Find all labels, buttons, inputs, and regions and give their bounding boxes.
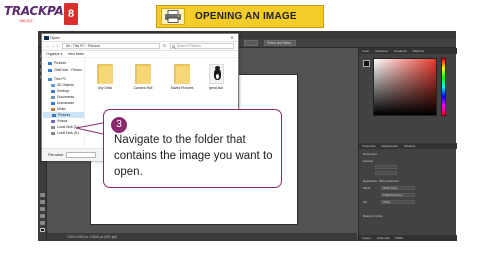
nav-item-onedrive[interactable]: OneDrive - Person xyxy=(48,67,82,73)
brand-logo: TRACKPAD Ver. 3.0 8 xyxy=(2,2,80,30)
forward-arrow-icon[interactable]: → xyxy=(51,43,55,48)
pictures-icon xyxy=(52,113,56,117)
brand-version: Ver. 3.0 xyxy=(18,19,34,23)
desktop-icon xyxy=(51,89,55,93)
address-bar[interactable]: All › This PC › Pictures xyxy=(62,43,160,49)
foreground-color-icon[interactable] xyxy=(40,228,45,232)
props-canvas-label: Canvas xyxy=(363,159,374,163)
tab-layers[interactable]: Layers xyxy=(362,236,371,240)
canvas-width-field[interactable] xyxy=(375,165,397,169)
props-mode-label: Mode xyxy=(363,186,371,190)
folder-item[interactable]: Camera Roll xyxy=(128,64,158,90)
hand-tool-icon[interactable] xyxy=(40,221,45,225)
tab-gradients[interactable]: Gradients xyxy=(394,49,407,53)
cloud-icon xyxy=(48,68,52,72)
music-icon xyxy=(51,107,55,111)
download-icon xyxy=(51,101,55,105)
search-input[interactable]: Search Pictures xyxy=(170,43,234,49)
image-file-item[interactable]: great auk xyxy=(201,64,231,90)
props-rulers-label: Rulers & Grids xyxy=(363,214,383,218)
close-icon[interactable]: ✕ xyxy=(228,34,236,42)
ps-status-bar: 100% 2480 px x 3508 px (300 ppi) xyxy=(47,233,357,241)
search-icon xyxy=(172,44,176,49)
pictures-icon xyxy=(48,61,52,65)
file-name-label: File name: xyxy=(48,153,64,157)
dialog-title: Open xyxy=(50,35,60,40)
gradient-tool-icon[interactable] xyxy=(40,207,45,211)
right-panels: Color Swatches Gradients Patterns Proper… xyxy=(358,48,457,241)
tab-libraries[interactable]: Libraries xyxy=(404,144,416,148)
hue-slider[interactable] xyxy=(441,58,446,116)
nav-item-pictures-quick[interactable]: Pictures xyxy=(48,60,66,66)
eraser-tool-icon[interactable] xyxy=(40,200,45,204)
file-name-input[interactable] xyxy=(66,152,96,158)
command-bar: Organize ▾ New folder xyxy=(42,51,238,58)
tab-color[interactable]: Color xyxy=(362,49,369,53)
foreground-swatch[interactable] xyxy=(363,60,370,67)
canvas-height-field[interactable] xyxy=(375,171,397,175)
printer-icon xyxy=(161,8,185,25)
refresh-icon[interactable]: ↻ xyxy=(163,43,166,48)
folder-item[interactable]: Any Desk xyxy=(90,64,120,90)
new-folder-button[interactable]: New folder xyxy=(68,51,84,58)
color-picker-field[interactable] xyxy=(373,58,437,116)
dialog-title-bar: Open ✕ xyxy=(42,34,238,42)
step-number: 3 xyxy=(111,117,127,133)
cube-icon xyxy=(51,83,55,87)
tab-paths[interactable]: Paths xyxy=(395,236,403,240)
callout-pointer xyxy=(75,122,104,135)
tab-channels[interactable]: Channels xyxy=(377,236,390,240)
folder-icon xyxy=(135,64,151,84)
brand-number: 8 xyxy=(64,3,78,25)
brand-name: TRACKPAD xyxy=(4,4,73,18)
color-panel-tabs: Color Swatches Gradients Patterns xyxy=(359,48,457,54)
tab-swatches[interactable]: Swatches xyxy=(375,49,388,53)
props-resolution-label: Resolution: 300 pixels/inch xyxy=(363,179,399,183)
photoshop-app-icon xyxy=(44,36,49,40)
layers-panel-tabs: Layers Channels Paths xyxy=(359,235,457,241)
select-and-mask-button[interactable]: Select and Mask... xyxy=(264,40,297,46)
tab-adjustments[interactable]: Adjustments xyxy=(381,144,398,148)
slide-title-bar: OPENING AN IMAGE xyxy=(156,5,324,28)
properties-panel-tabs: Properties Adjustments Libraries xyxy=(359,143,457,149)
drive-icon xyxy=(51,125,55,129)
bird-thumbnail xyxy=(208,64,224,84)
tutorial-slide: TRACKPAD Ver. 3.0 8 OPENING AN IMAGE Sel… xyxy=(0,0,480,270)
computer-icon xyxy=(48,77,52,81)
mode-value: RGB Color xyxy=(383,186,398,190)
bits-value: 8 Bits/Channel xyxy=(383,193,403,197)
dialog-nav-bar: ← → ↑ All › This PC › Pictures ↻ Search … xyxy=(42,42,238,51)
up-arrow-icon[interactable]: ↑ xyxy=(56,43,58,48)
tab-patterns[interactable]: Patterns xyxy=(413,49,424,53)
options-field[interactable] xyxy=(244,40,258,46)
drive-icon xyxy=(51,131,55,135)
video-icon xyxy=(51,119,55,123)
folder-icon xyxy=(97,64,113,84)
instruction-text: Navigate to the folder that contains the… xyxy=(114,134,273,178)
folder-item[interactable]: Saved Pictures xyxy=(167,64,197,90)
props-fill-label: Fill xyxy=(363,200,367,204)
organize-menu[interactable]: Organize ▾ xyxy=(46,51,62,58)
folder-icon xyxy=(174,64,190,84)
fill-value: White xyxy=(383,200,391,204)
slide-title: OPENING AN IMAGE xyxy=(195,11,297,22)
back-arrow-icon[interactable]: ← xyxy=(45,43,49,48)
document-icon xyxy=(51,95,55,99)
props-document-label: Document xyxy=(363,152,377,156)
type-tool-icon[interactable] xyxy=(40,214,45,218)
tab-properties[interactable]: Properties xyxy=(362,144,376,148)
brush-tool-icon[interactable] xyxy=(40,193,45,197)
